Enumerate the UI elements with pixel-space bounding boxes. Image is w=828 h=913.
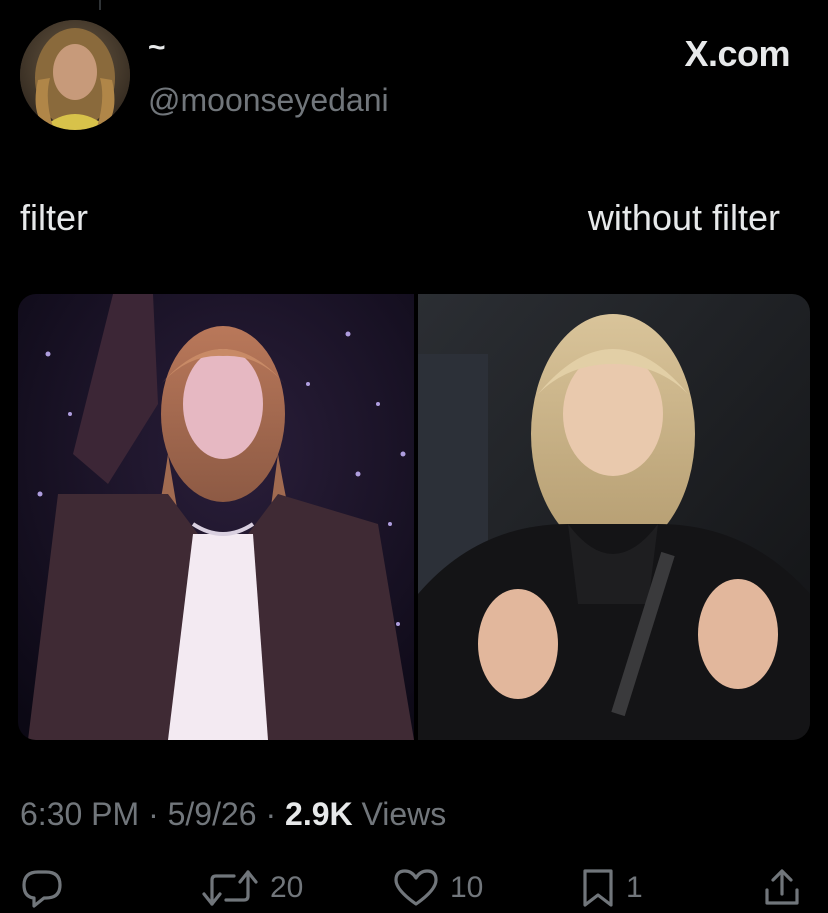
views-label: Views: [352, 796, 447, 832]
repost-button[interactable]: 20: [200, 868, 303, 908]
bookmark-count: 1: [626, 871, 643, 904]
heart-icon: [394, 869, 438, 906]
post-action-bar: 20 10 1: [0, 860, 828, 913]
share-button[interactable]: [762, 868, 802, 908]
like-button[interactable]: 10: [392, 868, 483, 908]
reply-button[interactable]: [20, 868, 74, 908]
post-date[interactable]: 5/9/26: [168, 796, 257, 832]
post-media-grid: [18, 294, 810, 740]
author-handle[interactable]: @moonseyedani: [148, 80, 389, 120]
repost-count: 20: [270, 871, 304, 904]
caption-without-filter: without filter: [587, 197, 780, 238]
post-meta: 6:30 PM · 5/9/26 · 2.9K Views: [20, 794, 446, 834]
media-image-filter[interactable]: [18, 294, 414, 740]
media-image-without-filter[interactable]: [418, 294, 810, 740]
bookmark-button[interactable]: 1: [580, 868, 643, 908]
repost-icon: [202, 870, 258, 906]
avatar[interactable]: [20, 20, 130, 130]
author-display-name[interactable]: ~: [148, 30, 166, 66]
brand-watermark: X.com: [684, 33, 790, 74]
thread-connector-line: [99, 0, 101, 10]
avatar-image: [20, 20, 130, 130]
post-time[interactable]: 6:30 PM: [20, 796, 139, 832]
reply-icon: [22, 870, 62, 908]
views-count: 2.9K: [285, 796, 353, 832]
meta-separator: ·: [139, 796, 168, 832]
meta-separator: ·: [256, 796, 286, 832]
share-icon: [765, 869, 799, 905]
caption-filter: filter: [20, 197, 89, 238]
like-count: 10: [450, 871, 484, 904]
bookmark-icon: [583, 869, 613, 907]
